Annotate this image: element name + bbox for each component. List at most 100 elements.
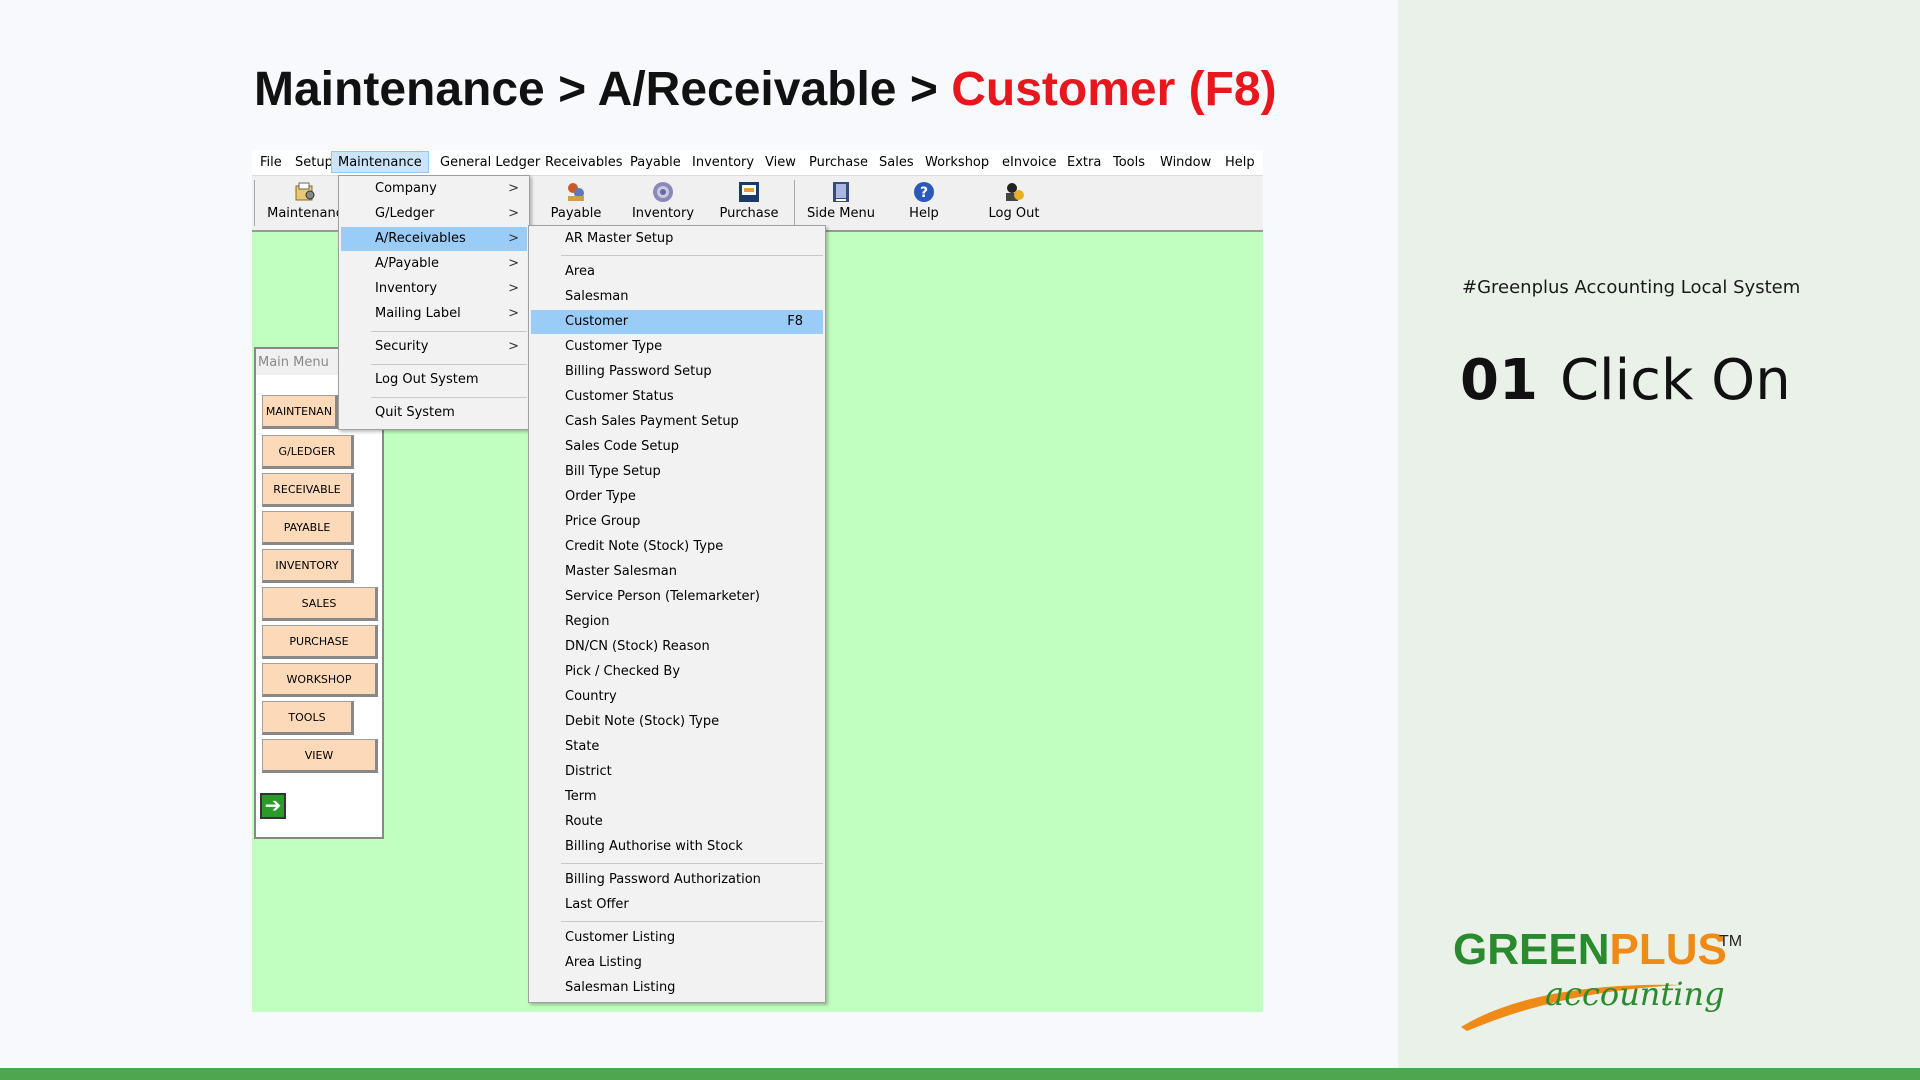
menu-item-debit-note-type[interactable]: Debit Note (Stock) Type — [531, 710, 823, 734]
menu-item-mailing-label[interactable]: Mailing Label > — [341, 302, 527, 326]
main-menu-gledger-button[interactable]: G/LEDGER — [262, 435, 354, 469]
menu-item-term[interactable]: Term — [531, 785, 823, 809]
menu-general-ledger[interactable]: General Ledger — [440, 155, 540, 170]
title-highlight: Customer (F8) — [951, 63, 1277, 116]
main-menu-sales-button[interactable]: SALES — [262, 587, 378, 621]
menu-workshop[interactable]: Workshop — [925, 155, 989, 170]
logo-word-green: GREEN — [1453, 925, 1610, 974]
step-text: Click On — [1559, 348, 1791, 413]
menu-separator — [371, 331, 527, 332]
menu-item-billing-password-authorization[interactable]: Billing Password Authorization — [531, 868, 823, 892]
logo-wordmark: GREENPLUS — [1453, 925, 1727, 975]
main-menu-purchase-button[interactable]: PURCHASE — [262, 625, 378, 659]
main-menu-workshop-button[interactable]: WORKSHOP — [262, 663, 378, 697]
menu-item-ar-master-setup[interactable]: AR Master Setup — [531, 227, 823, 251]
menu-file[interactable]: File — [260, 155, 282, 170]
chevron-right-icon: > — [508, 231, 519, 246]
menu-sales[interactable]: Sales — [879, 155, 914, 170]
main-menu-maintenance-button[interactable]: MAINTENAN — [262, 395, 338, 429]
chevron-right-icon: > — [508, 306, 519, 321]
toolbar-help-label: Help — [909, 206, 939, 221]
purchase-icon — [739, 182, 759, 202]
menu-view[interactable]: View — [765, 155, 796, 170]
chevron-right-icon: > — [508, 181, 519, 196]
menu-item-label: Security — [375, 339, 429, 354]
menu-item-salesman-listing[interactable]: Salesman Listing — [531, 976, 823, 1000]
menu-item-company[interactable]: Company > — [341, 177, 527, 201]
menu-item-customer[interactable]: Customer F8 — [531, 310, 823, 334]
menu-einvoice[interactable]: eInvoice — [1002, 155, 1056, 170]
menu-item-apayable[interactable]: A/Payable > — [341, 252, 527, 276]
maintenance-dropdown: Company > G/Ledger > A/Receivables > A/Paya… — [338, 175, 530, 430]
menu-item-service-person[interactable]: Service Person (Telemarketer) — [531, 585, 823, 609]
menu-item-area-listing[interactable]: Area Listing — [531, 951, 823, 975]
main-menu-receivable-button[interactable]: RECEIVABLE — [262, 473, 354, 507]
menu-extra[interactable]: Extra — [1067, 155, 1101, 170]
menu-item-master-salesman[interactable]: Master Salesman — [531, 560, 823, 584]
maintenance-icon — [295, 182, 315, 201]
menu-item-dncn-reason[interactable]: DN/CN (Stock) Reason — [531, 635, 823, 659]
menu-item-state[interactable]: State — [531, 735, 823, 759]
menu-item-customer-listing[interactable]: Customer Listing — [531, 926, 823, 950]
menu-item-bill-type-setup[interactable]: Bill Type Setup — [531, 460, 823, 484]
menu-item-price-group[interactable]: Price Group — [531, 510, 823, 534]
menu-item-inventory[interactable]: Inventory > — [341, 277, 527, 301]
title-path: Maintenance > A/Receivable > — [254, 63, 952, 116]
arrow-right-icon[interactable]: ➔ — [260, 793, 286, 819]
menu-setup[interactable]: Setup — [295, 155, 333, 170]
menu-separator — [371, 364, 527, 365]
menu-item-sales-code-setup[interactable]: Sales Code Setup — [531, 435, 823, 459]
menu-item-credit-note-type[interactable]: Credit Note (Stock) Type — [531, 535, 823, 559]
menu-item-cash-sales-payment-setup[interactable]: Cash Sales Payment Setup — [531, 410, 823, 434]
main-menu-tools-button[interactable]: TOOLS — [262, 701, 354, 735]
menu-inventory[interactable]: Inventory — [692, 155, 754, 170]
menu-item-customer-status[interactable]: Customer Status — [531, 385, 823, 409]
chevron-right-icon: > — [508, 206, 519, 221]
main-menu-view-button[interactable]: VIEW — [262, 739, 378, 773]
menu-tools[interactable]: Tools — [1113, 155, 1145, 170]
menu-item-salesman[interactable]: Salesman — [531, 285, 823, 309]
menu-receivables[interactable]: Receivables — [545, 155, 623, 170]
menu-maintenance[interactable]: Maintenance — [331, 151, 429, 173]
toolbar-side-menu-label: Side Menu — [807, 206, 875, 221]
menu-item-gledger[interactable]: G/Ledger > — [341, 202, 527, 226]
menu-item-order-type[interactable]: Order Type — [531, 485, 823, 509]
menu-item-last-offer[interactable]: Last Offer — [531, 893, 823, 917]
gear-icon — [653, 182, 673, 202]
menu-window[interactable]: Window — [1160, 155, 1211, 170]
menu-item-billing-authorise-with-stock[interactable]: Billing Authorise with Stock — [531, 835, 823, 859]
toolbar-maintenance-button[interactable]: Maintenanc — [266, 178, 344, 221]
menu-separator — [561, 863, 823, 864]
menu-item-quit-system[interactable]: Quit System — [341, 401, 527, 425]
toolbar-help-button[interactable]: ? Help — [902, 178, 946, 221]
toolbar-side-menu-button[interactable]: Side Menu — [806, 178, 876, 221]
menu-purchase[interactable]: Purchase — [809, 155, 868, 170]
toolbar-payable-button[interactable]: Payable — [548, 178, 604, 221]
menu-item-country[interactable]: Country — [531, 685, 823, 709]
receivables-submenu: AR Master Setup Area Salesman Customer F8… — [528, 225, 826, 1003]
menu-item-pick-checked-by[interactable]: Pick / Checked By — [531, 660, 823, 684]
toolbar-purchase-button[interactable]: Purchase — [714, 178, 784, 221]
side-menu-icon — [833, 182, 849, 202]
greenplus-logo: GREENPLUS TM accounting — [1453, 925, 1753, 1035]
menu-item-billing-password-setup[interactable]: Billing Password Setup — [531, 360, 823, 384]
logo-trademark: TM — [1719, 933, 1743, 950]
main-menu-inventory-button[interactable]: INVENTORY — [262, 549, 354, 583]
toolbar-logout-button[interactable]: Log Out — [986, 178, 1042, 221]
menu-item-customer-type[interactable]: Customer Type — [531, 335, 823, 359]
menu-item-label: Company — [375, 181, 437, 196]
main-menu-payable-button[interactable]: PAYABLE — [262, 511, 354, 545]
menu-item-log-out-system[interactable]: Log Out System — [341, 368, 527, 392]
menu-item-area[interactable]: Area — [531, 260, 823, 284]
menu-item-areceivables[interactable]: A/Receivables > — [341, 227, 527, 251]
menu-item-security[interactable]: Security > — [341, 335, 527, 359]
logo-subtitle: accounting — [1545, 975, 1725, 1013]
menu-help[interactable]: Help — [1225, 155, 1255, 170]
main-menu-title: Main Menu — [258, 355, 329, 370]
toolbar-inventory-button[interactable]: Inventory — [628, 178, 698, 221]
menu-item-district[interactable]: District — [531, 760, 823, 784]
menu-item-region[interactable]: Region — [531, 610, 823, 634]
menu-payable[interactable]: Payable — [630, 155, 681, 170]
menu-item-route[interactable]: Route — [531, 810, 823, 834]
toolbar-payable-label: Payable — [550, 206, 602, 221]
